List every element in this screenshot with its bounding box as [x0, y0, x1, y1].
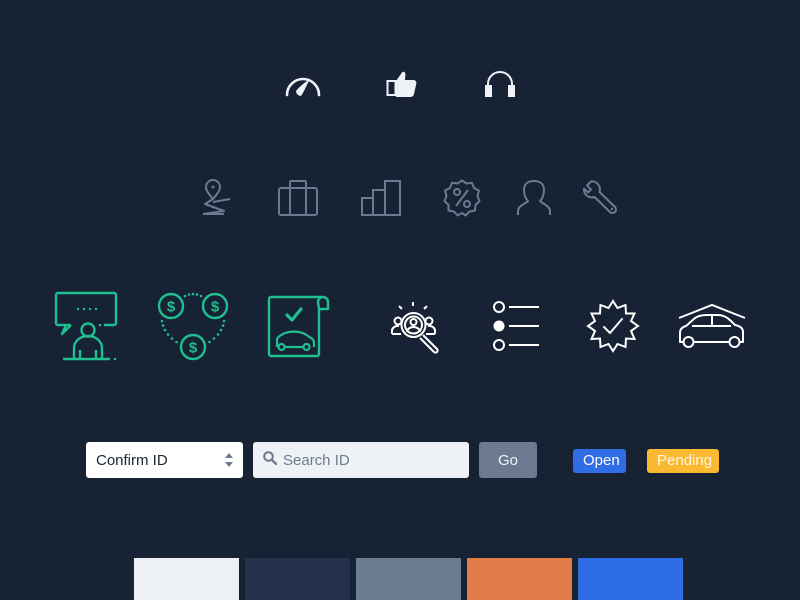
- color-swatch-slate: [356, 558, 461, 600]
- search-icon: [263, 450, 278, 470]
- svg-text:$: $: [211, 299, 220, 316]
- customer-support-chat-icon: [54, 291, 118, 362]
- headphones-icon: [485, 69, 515, 99]
- color-swatch-navy: [245, 558, 350, 600]
- thumbs-up-icon: [386, 70, 418, 100]
- user-icon: [516, 180, 552, 216]
- svg-text:$: $: [189, 340, 198, 357]
- car-garage-icon: [678, 303, 746, 350]
- wrench-icon: [582, 180, 620, 216]
- bar-chart-icon: [361, 180, 401, 216]
- color-swatch-orange: [467, 558, 572, 600]
- search-field[interactable]: [253, 442, 469, 478]
- verified-badge-icon: [586, 299, 640, 353]
- go-button[interactable]: Go: [479, 442, 537, 478]
- select-value: Confirm ID: [96, 451, 168, 469]
- map-pin-route-icon: [200, 179, 234, 217]
- sort-arrows-icon: [225, 453, 233, 471]
- money-exchange-icon: $ $ $: [156, 291, 230, 363]
- search-input[interactable]: [283, 451, 453, 469]
- radio-list-icon[interactable]: [493, 301, 541, 351]
- briefcase-icon: [278, 180, 318, 216]
- svg-text:$: $: [167, 299, 176, 316]
- status-badge-open: Open: [573, 449, 626, 473]
- color-swatch-light: [134, 558, 239, 600]
- talent-search-icon: [391, 301, 443, 354]
- color-swatch-blue: [578, 558, 683, 600]
- status-badge-pending: Pending: [647, 449, 719, 473]
- discount-badge-icon: [443, 179, 481, 217]
- speedometer-icon: [284, 69, 322, 101]
- confirm-id-select[interactable]: Confirm ID: [86, 442, 243, 478]
- car-contract-icon: [267, 295, 331, 358]
